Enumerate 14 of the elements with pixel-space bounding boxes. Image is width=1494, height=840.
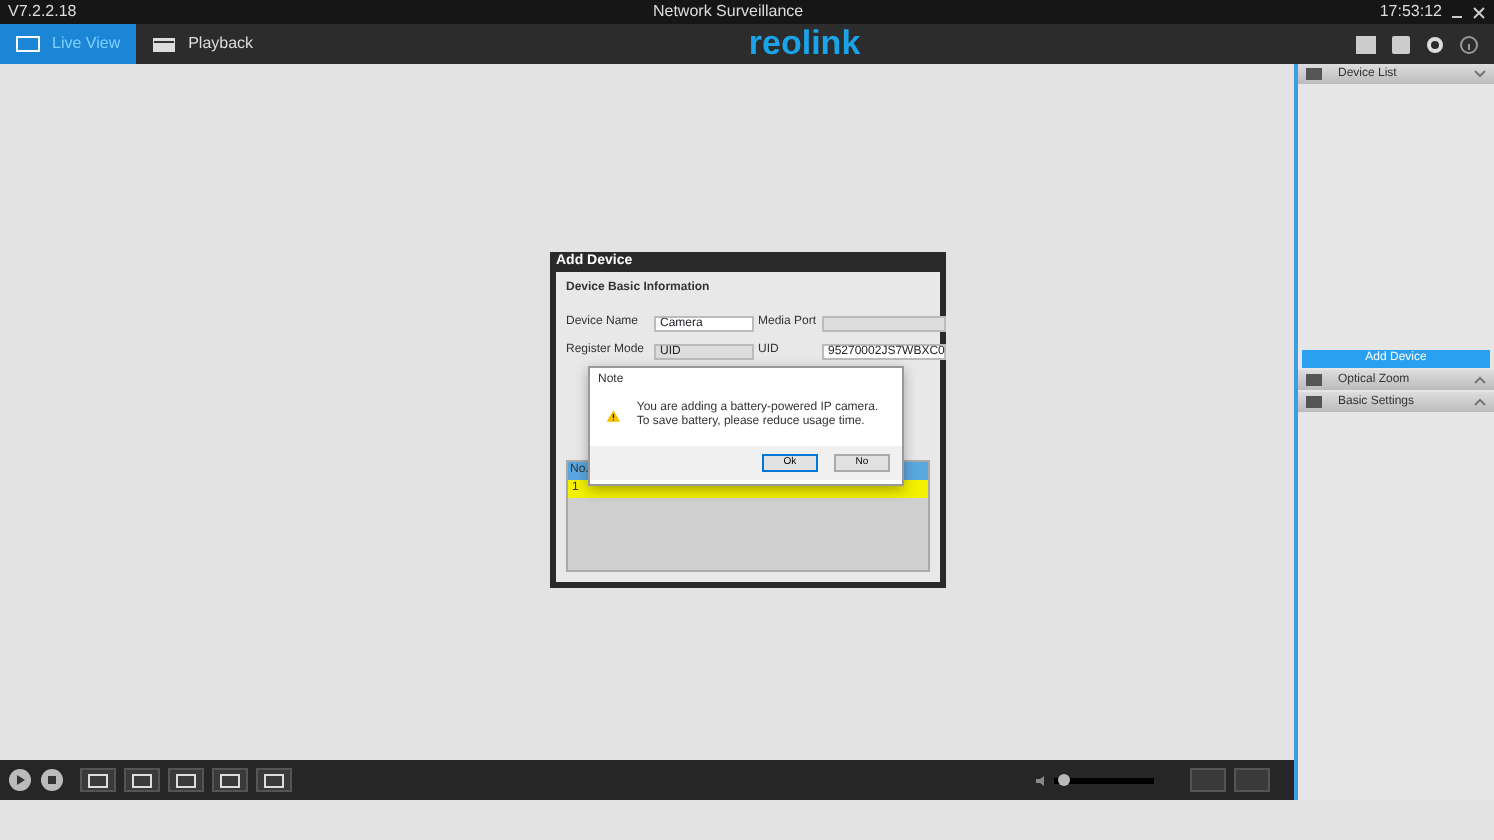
stop-icon[interactable] bbox=[40, 768, 64, 792]
window-title: Network Surveillance bbox=[652, 0, 804, 24]
clock-text: 17:53:12 bbox=[1379, 0, 1442, 24]
monitor-icon bbox=[16, 35, 40, 53]
close-icon[interactable] bbox=[1472, 5, 1486, 19]
film-icon bbox=[152, 35, 177, 53]
view-tab[interactable]: Playback bbox=[136, 24, 270, 64]
brand-logo: reolink bbox=[748, 22, 861, 67]
play-icon[interactable] bbox=[8, 768, 32, 792]
speaker-icon bbox=[1036, 775, 1046, 785]
volume-slider[interactable] bbox=[1054, 777, 1154, 783]
version-label: V7.2.2.18 bbox=[8, 0, 77, 24]
info-icon[interactable] bbox=[1460, 35, 1478, 53]
window-icon[interactable] bbox=[1392, 35, 1410, 53]
